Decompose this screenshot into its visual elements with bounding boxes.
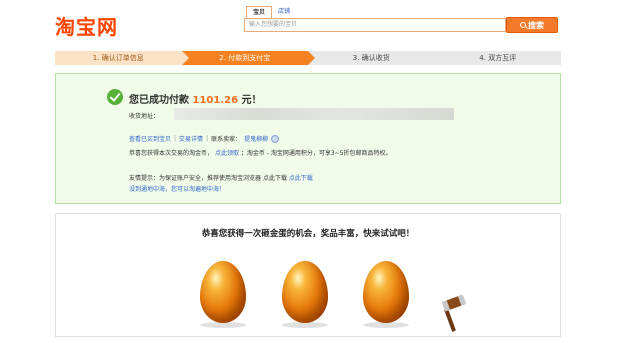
contact-seller-label: 联系卖家：: [211, 136, 242, 143]
search-button[interactable]: 搜索: [506, 17, 558, 33]
step-confirm-receipt: 3. 确认收货: [308, 51, 435, 65]
search-icon: [520, 22, 526, 28]
success-title-text: 您已成功付款: [129, 95, 189, 106]
golden-egg-1[interactable]: [200, 261, 246, 323]
safety-tip-text: 友情提示：为保证账户安全，推荐使用淘宝浏览器: [129, 175, 262, 182]
success-title: 您已成功付款 1101.26 元！: [129, 91, 262, 106]
mediterranean-promo-link[interactable]: 没到通地中海，您可以淘遍地中海！: [129, 184, 225, 193]
search-tabs: 宝贝 店铺: [246, 6, 296, 18]
lottery-title: 恭喜您获得一次砸金蛋的机会，奖品丰富，快来试试吧！: [201, 229, 415, 239]
checkout-progress-steps: 1. 确认订单信息 2. 付款到支付宝 3. 确认收货 4. 双方互评: [55, 51, 561, 65]
safety-tip: 友情提示：为保证账户安全，推荐使用淘宝浏览器 点此下载 点此下载: [129, 173, 313, 182]
step-pay: 2. 付款到支付宝: [181, 51, 315, 65]
payment-success-panel: 您已成功付款 1101.26 元！ 收货地址： 查看已买到宝贝 | 交易详情 |…: [55, 73, 561, 204]
divider: |: [174, 135, 177, 142]
divider: |: [206, 135, 209, 142]
paid-amount: 1101.26: [192, 95, 239, 106]
step-review: 4. 双方互评: [434, 51, 561, 65]
step-confirm-order: 1. 确认订单信息: [55, 51, 188, 65]
coin-notice-text: 恭喜您获得本次交易的淘金币，: [129, 150, 214, 157]
browser-download-link[interactable]: 点此下载: [289, 175, 313, 182]
search-tab-shop[interactable]: 店铺: [272, 6, 296, 18]
success-title-suffix: 元！: [241, 95, 262, 106]
seller-name-link[interactable]: 提鬼柳柳: [244, 134, 268, 143]
golden-egg-lottery: 恭喜您获得一次砸金蛋的机会，奖品丰富，快来试试吧！: [55, 213, 561, 337]
safety-tip-download-text: 点此下载: [262, 175, 287, 182]
view-bought-link[interactable]: 查看已买到宝贝: [129, 134, 171, 143]
golden-egg-3[interactable]: [363, 261, 409, 323]
search-button-label: 搜索: [528, 20, 544, 30]
address-label: 收货地址：: [129, 113, 160, 120]
search-input[interactable]: 输入您想要的宝贝: [244, 18, 506, 32]
taobao-logo[interactable]: 淘宝网: [55, 11, 118, 40]
search-tab-item[interactable]: 宝贝: [246, 6, 273, 18]
order-links-row: 查看已买到宝贝 | 交易详情 | 联系卖家： 提鬼柳柳: [129, 134, 280, 143]
golden-egg-2[interactable]: [282, 261, 328, 323]
hammer-icon: [441, 294, 467, 332]
coin-notice-rest: ；淘金币 - 淘宝网通用积分，可享3~5折包邮商品特权。: [240, 150, 392, 157]
address-redacted: [174, 108, 454, 120]
aliwangwang-chat-icon[interactable]: [271, 134, 280, 143]
success-check-icon: [107, 89, 123, 105]
coin-notice: 恭喜您获得本次交易的淘金币， 点此领取 ；淘金币 - 淘宝网通用积分，可享3~5…: [129, 148, 392, 157]
trade-detail-link[interactable]: 交易详情: [179, 134, 203, 143]
claim-coin-link[interactable]: 点此领取: [215, 150, 239, 157]
